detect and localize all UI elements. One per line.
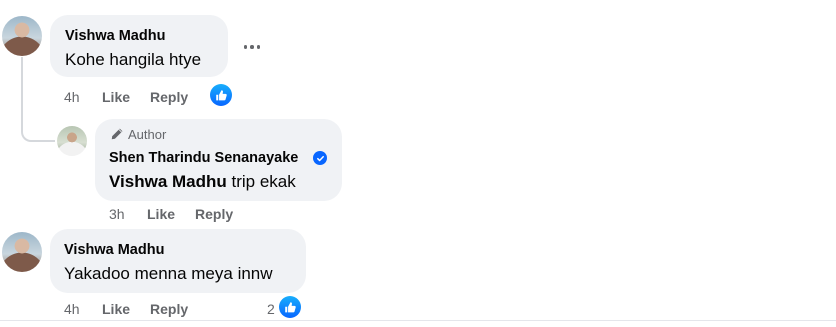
comment-bubble: Vishwa Madhu Kohe hangila htye <box>50 15 228 77</box>
comment-author[interactable]: Vishwa Madhu <box>65 28 165 44</box>
avatar-shen-tharindu[interactable] <box>57 126 87 156</box>
reply-author[interactable]: Shen Tharindu Senanayake <box>109 150 298 166</box>
reply-like-button[interactable]: Like <box>147 206 175 222</box>
comment-text: Yakadoo menna meya innw <box>64 264 273 283</box>
avatar-vishwa-madhu[interactable] <box>2 232 42 272</box>
comment-text: Kohe hangila htye <box>65 50 202 69</box>
reply-text-body: trip ekak <box>226 172 296 191</box>
thumbs-up-icon[interactable] <box>210 84 232 106</box>
divider <box>0 320 836 321</box>
reply-button[interactable]: Reply <box>150 301 188 317</box>
more-options-dot <box>256 45 261 49</box>
reply-reply-button[interactable]: Reply <box>195 206 233 222</box>
more-options-icon <box>243 45 248 49</box>
reply-button[interactable]: Reply <box>150 89 188 105</box>
reply-timestamp[interactable]: 3h <box>109 206 125 222</box>
comment-timestamp[interactable]: 4h <box>64 89 80 105</box>
more-options-dot <box>250 45 254 49</box>
comment-author[interactable]: Vishwa Madhu <box>64 242 164 258</box>
like-button[interactable]: Like <box>102 89 130 105</box>
avatar-vishwa-madhu[interactable] <box>2 16 42 56</box>
author-badge: Author <box>110 126 166 142</box>
verified-check-icon <box>313 151 327 165</box>
reply-bubble: Author Shen Tharindu Senanayake Vishwa M… <box>95 119 342 201</box>
reply-thread-line <box>21 57 55 142</box>
author-badge-label: Author <box>128 126 167 142</box>
comment-timestamp[interactable]: 4h <box>64 301 80 317</box>
thumbs-up-icon[interactable] <box>279 296 301 318</box>
reaction-count[interactable]: 2 <box>267 301 275 317</box>
mention-link[interactable]: Vishwa Madhu <box>109 172 227 191</box>
pencil-icon <box>111 128 123 140</box>
like-button[interactable]: Like <box>102 301 130 317</box>
comment-bubble: Vishwa Madhu Yakadoo menna meya innw <box>50 229 306 293</box>
more-options-button[interactable] <box>237 37 267 57</box>
reply-text: Vishwa Madhu trip ekak <box>109 172 296 192</box>
